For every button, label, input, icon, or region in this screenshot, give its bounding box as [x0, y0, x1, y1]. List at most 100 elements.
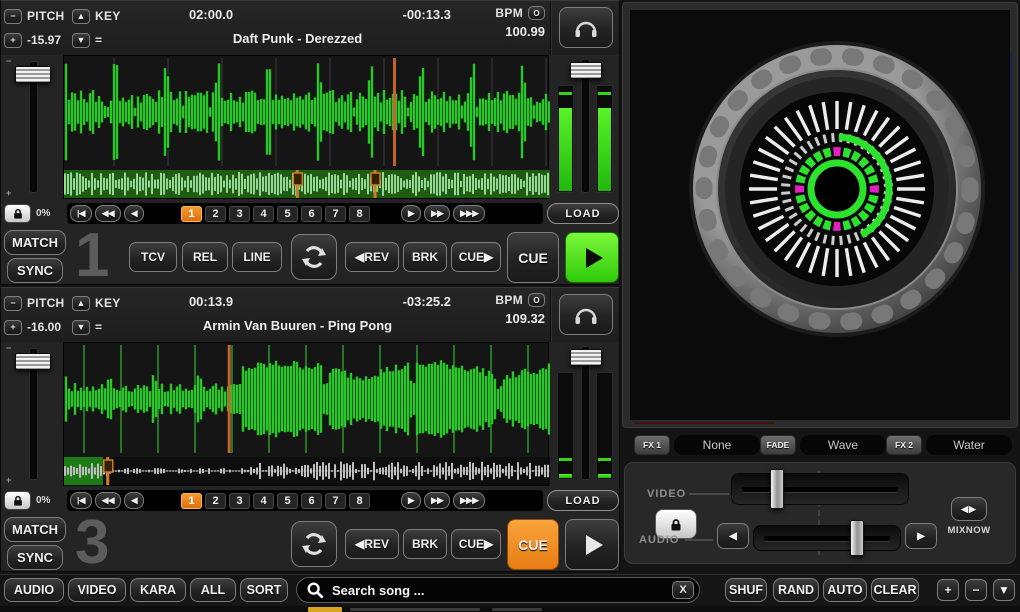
- fade-button[interactable]: FADE: [760, 435, 796, 455]
- pitch-plus-button[interactable]: +: [4, 32, 22, 48]
- key-down-button[interactable]: ▼: [72, 319, 90, 335]
- waveform-display[interactable]: [63, 342, 550, 486]
- cue-button[interactable]: CUE: [507, 232, 559, 283]
- headphones-cue-button[interactable]: [559, 7, 613, 48]
- cue-step-button[interactable]: CUE▶: [451, 242, 501, 272]
- fx1-button[interactable]: FX 1: [634, 435, 670, 455]
- pitch-slider-handle[interactable]: [15, 66, 51, 83]
- play-button[interactable]: [565, 519, 619, 570]
- sync-button[interactable]: SYNC: [7, 545, 63, 570]
- rewind-button[interactable]: ◀◀: [94, 492, 121, 509]
- add-button[interactable]: +: [937, 579, 959, 601]
- cue-button[interactable]: CUE: [507, 519, 559, 570]
- tcv-mode-button[interactable]: TCV: [129, 242, 177, 272]
- remove-button[interactable]: −: [965, 579, 987, 601]
- lock-button[interactable]: [4, 204, 31, 223]
- hotcue-button[interactable]: 6: [301, 492, 323, 509]
- key-up-button[interactable]: ▲: [72, 295, 90, 311]
- hotcue-button[interactable]: 2: [205, 492, 227, 509]
- fx2-value[interactable]: Water: [926, 435, 1012, 455]
- line-mode-button[interactable]: LINE: [232, 242, 282, 272]
- brake-button[interactable]: BRK: [403, 242, 447, 272]
- hotcue-button[interactable]: 4: [253, 492, 275, 509]
- headphones-cue-button[interactable]: [559, 294, 613, 335]
- video-crossfader[interactable]: [731, 469, 909, 509]
- hotcue-button[interactable]: 3: [229, 205, 251, 222]
- pitch-lock[interactable]: 0%: [4, 491, 50, 510]
- filter-karaoke-button[interactable]: KARA: [130, 578, 186, 602]
- pitch-minus-button[interactable]: −: [4, 8, 22, 24]
- step-forward-button[interactable]: ▶: [401, 205, 422, 222]
- random-button[interactable]: RAND: [773, 578, 819, 602]
- hotcue-button[interactable]: 2: [205, 205, 227, 222]
- hotcue-button[interactable]: 8: [349, 492, 371, 509]
- jog-wheel[interactable]: [687, 39, 987, 339]
- skip-end-button[interactable]: ▶▶▶: [453, 492, 486, 509]
- pitch-slider[interactable]: − +: [1, 55, 63, 199]
- audio-crossfader[interactable]: [753, 520, 901, 556]
- key-up-button[interactable]: ▲: [72, 8, 90, 24]
- hotcue-button[interactable]: 3: [229, 492, 251, 509]
- step-forward-button[interactable]: ▶: [401, 492, 422, 509]
- bpm-tap-button[interactable]: O: [528, 6, 545, 20]
- filter-all-button[interactable]: ALL: [190, 578, 236, 602]
- hotcue-button[interactable]: 8: [349, 205, 371, 222]
- play-button[interactable]: [565, 232, 619, 283]
- load-button[interactable]: LOAD: [547, 490, 619, 511]
- waveform-display[interactable]: [63, 55, 550, 199]
- audio-fade-left-button[interactable]: ◀: [717, 523, 749, 549]
- fast-forward-button[interactable]: ▶▶: [424, 492, 451, 509]
- fast-forward-button[interactable]: ▶▶: [424, 205, 451, 222]
- hotcue-button[interactable]: 6: [301, 205, 323, 222]
- volume-slider-handle[interactable]: [570, 349, 602, 366]
- main-waveform[interactable]: [64, 343, 550, 455]
- mixnow-button[interactable]: ◀▶: [951, 497, 987, 521]
- dropdown-button[interactable]: ▼: [993, 579, 1015, 601]
- lock-button[interactable]: [4, 491, 31, 510]
- bpm-tap-button[interactable]: O: [528, 293, 545, 307]
- audio-crossfader-handle[interactable]: [850, 520, 865, 556]
- volume-slider-track[interactable]: [581, 346, 590, 480]
- sort-button[interactable]: SORT: [240, 578, 288, 602]
- hotcue-button[interactable]: 1: [181, 492, 203, 509]
- pitch-plus-button[interactable]: +: [4, 319, 22, 335]
- overview-waveform[interactable]: [64, 457, 550, 485]
- audio-fade-right-button[interactable]: ▶: [905, 523, 937, 549]
- hotcue-button[interactable]: 4: [253, 205, 275, 222]
- step-back-button[interactable]: ◀: [124, 205, 145, 222]
- step-back-button[interactable]: ◀: [124, 492, 145, 509]
- filter-video-button[interactable]: VIDEO: [68, 578, 126, 602]
- fx1-value[interactable]: None: [674, 435, 760, 455]
- loop-button[interactable]: [291, 521, 337, 567]
- skip-start-button[interactable]: |◀: [70, 492, 92, 509]
- main-waveform[interactable]: [64, 56, 550, 168]
- loop-button[interactable]: [291, 234, 337, 280]
- search-input[interactable]: [330, 581, 672, 599]
- cue-step-button[interactable]: CUE▶: [451, 529, 501, 559]
- skip-end-button[interactable]: ▶▶▶: [453, 205, 486, 222]
- skip-start-button[interactable]: |◀: [70, 205, 92, 222]
- key-down-button[interactable]: ▼: [72, 32, 90, 48]
- automix-button[interactable]: AUTO: [823, 578, 867, 602]
- clear-search-button[interactable]: X: [672, 581, 694, 599]
- reverse-button[interactable]: ◀REV: [345, 529, 399, 559]
- brake-button[interactable]: BRK: [403, 529, 447, 559]
- fx2-button[interactable]: FX 2: [886, 435, 922, 455]
- hotcue-button[interactable]: 5: [277, 492, 299, 509]
- hotcue-button[interactable]: 5: [277, 205, 299, 222]
- pitch-slider-handle[interactable]: [15, 353, 51, 370]
- pitch-lock[interactable]: 0%: [4, 204, 50, 223]
- video-crossfader-handle[interactable]: [770, 469, 784, 509]
- filter-audio-button[interactable]: AUDIO: [4, 578, 64, 602]
- clear-list-button[interactable]: CLEAR: [871, 578, 919, 602]
- volume-slider-track[interactable]: [581, 59, 590, 193]
- rewind-button[interactable]: ◀◀: [94, 205, 121, 222]
- hotcue-button[interactable]: 7: [325, 492, 347, 509]
- load-button[interactable]: LOAD: [547, 203, 619, 224]
- match-button[interactable]: MATCH: [4, 517, 66, 542]
- volume-slider-handle[interactable]: [570, 62, 602, 79]
- overview-waveform[interactable]: [64, 170, 550, 198]
- hotcue-button[interactable]: 7: [325, 205, 347, 222]
- rel-mode-button[interactable]: REL: [182, 242, 228, 272]
- pitch-minus-button[interactable]: −: [4, 295, 22, 311]
